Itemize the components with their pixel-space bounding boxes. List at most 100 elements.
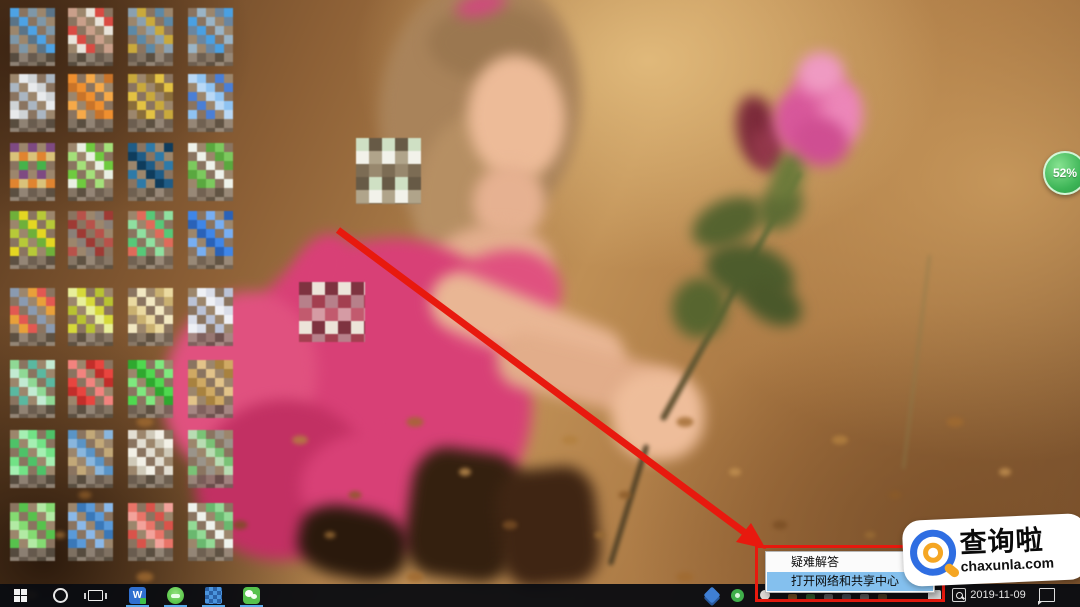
mosaic-cell (95, 288, 104, 297)
mosaic-cell (77, 548, 86, 557)
desktop-icon[interactable] (10, 143, 55, 201)
mosaic-cell (155, 128, 164, 132)
desktop-icon[interactable] (68, 143, 113, 201)
desktop-icon[interactable] (188, 74, 233, 132)
mosaic-cell (10, 256, 19, 265)
desktop-icon[interactable] (68, 74, 113, 132)
mosaic-cell (197, 101, 206, 110)
mosaic-cell (10, 548, 19, 557)
desktop-icon[interactable] (68, 430, 113, 488)
desktop-icon[interactable] (128, 211, 173, 269)
mosaic-cell (206, 256, 215, 265)
mosaic-cell (137, 83, 146, 92)
mosaic-cell (188, 530, 197, 539)
mosaic-cell (137, 297, 146, 306)
mosaic-cell (155, 342, 164, 346)
desktop-icon[interactable] (68, 503, 113, 561)
mosaic-cell (104, 288, 113, 297)
desktop-icon[interactable] (188, 503, 233, 561)
desktop-icon[interactable] (10, 8, 55, 66)
mosaic-cell (146, 503, 155, 512)
desktop-icon[interactable] (128, 8, 173, 66)
desktop-icon[interactable] (68, 288, 113, 346)
mosaic-cell (10, 170, 19, 179)
tray-green-circle-icon[interactable] (731, 589, 744, 602)
cortana-search-icon[interactable] (53, 588, 68, 603)
desktop-icon[interactable] (128, 288, 173, 346)
mosaic-cell (128, 128, 137, 132)
mosaic-cell (86, 119, 95, 128)
taskbar-app-green-utility-icon[interactable] (167, 587, 184, 604)
mosaic-cell (155, 229, 164, 238)
desktop-icon[interactable] (128, 143, 173, 201)
mosaic-cell (10, 360, 19, 369)
mosaic-cell (86, 128, 95, 132)
mosaic-cell (104, 26, 113, 35)
desktop-icon[interactable] (10, 288, 55, 346)
mosaic-cell (206, 17, 215, 26)
mosaic-cell (37, 211, 46, 220)
mosaic-cell (137, 256, 146, 265)
mosaic-cell (10, 530, 19, 539)
mosaic-cell (137, 512, 146, 521)
mosaic-cell (128, 143, 137, 152)
mosaic-cell (128, 360, 137, 369)
desktop-icon[interactable] (128, 74, 173, 132)
desktop-icon[interactable] (128, 430, 173, 488)
mosaic-cell (95, 110, 104, 119)
mosaic-cell (155, 53, 164, 62)
desktop-icon[interactable] (188, 430, 233, 488)
start-button[interactable] (6, 584, 34, 607)
desktop-icon[interactable] (10, 360, 55, 418)
desktop-icon[interactable] (128, 503, 173, 561)
desktop-icon[interactable] (10, 74, 55, 132)
mosaic-cell (197, 179, 206, 188)
mosaic-cell (104, 360, 113, 369)
mosaic-cell (128, 396, 137, 405)
action-center-icon[interactable] (1038, 588, 1055, 605)
taskbar-clock-date[interactable]: 2019-11-09 (962, 589, 1034, 601)
desktop-icon[interactable] (68, 211, 113, 269)
mosaic-cell (77, 83, 86, 92)
mosaic-cell (46, 306, 55, 315)
desktop-icon[interactable] (188, 360, 233, 418)
desktop-icon[interactable] (128, 360, 173, 418)
desktop-icon[interactable] (10, 430, 55, 488)
mosaic-cell (128, 179, 137, 188)
mosaic-cell (146, 387, 155, 396)
tray-blue-stack-icon[interactable] (703, 586, 721, 604)
mosaic-cell (86, 44, 95, 53)
mosaic-cell (68, 557, 77, 561)
mosaic-cell (215, 238, 224, 247)
mosaic-cell (10, 152, 19, 161)
mosaic-cell (95, 265, 104, 269)
mosaic-cell (206, 265, 215, 269)
desktop-icon[interactable] (10, 211, 55, 269)
floating-optimizer-ball[interactable]: 52% (1043, 151, 1080, 195)
desktop-icon[interactable] (188, 211, 233, 269)
task-view-icon[interactable] (84, 590, 107, 601)
desktop-icon[interactable] (188, 8, 233, 66)
mosaic-cell (86, 17, 95, 26)
desktop-icon[interactable] (10, 503, 55, 561)
mosaic-cell (188, 247, 197, 256)
desktop-icon[interactable] (68, 360, 113, 418)
mosaic-cell (224, 414, 233, 418)
taskbar-app-wps-icon[interactable]: W (129, 587, 146, 604)
desktop-icon[interactable] (68, 8, 113, 66)
mosaic-cell (95, 35, 104, 44)
desktop-icon[interactable] (188, 288, 233, 346)
taskbar-app-blue-cube-icon[interactable] (205, 587, 222, 604)
mosaic-cell (86, 62, 95, 66)
mosaic-cell (206, 220, 215, 229)
desktop-icon[interactable] (188, 143, 233, 201)
mosaic-cell (46, 396, 55, 405)
taskbar-app-wechat-icon[interactable] (243, 587, 260, 604)
mosaic-cell (137, 387, 146, 396)
mosaic-cell (68, 396, 77, 405)
mosaic-cell (128, 297, 137, 306)
mosaic-cell (46, 238, 55, 247)
mosaic-cell (77, 448, 86, 457)
mosaic-cell (137, 35, 146, 44)
mosaic-cell (164, 74, 173, 83)
